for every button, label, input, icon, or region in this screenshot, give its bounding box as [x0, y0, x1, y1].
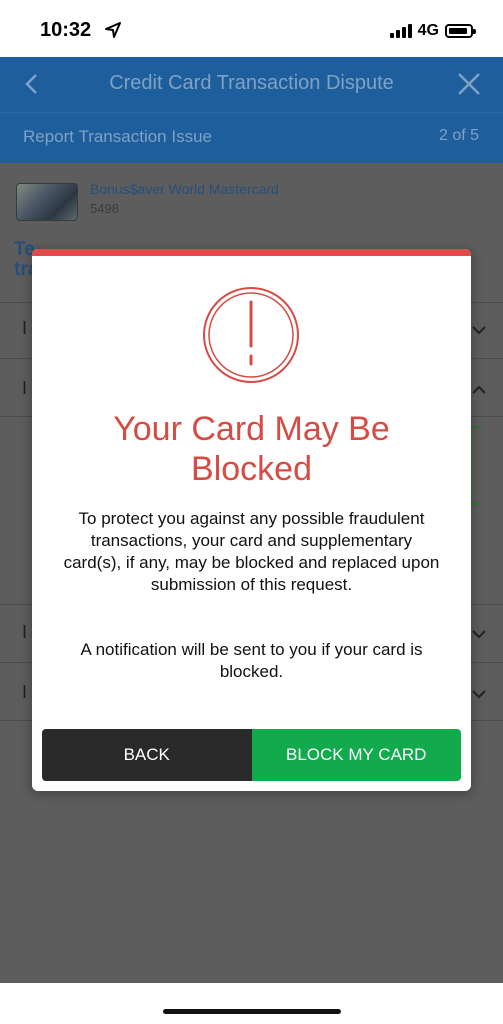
- list-item-mark: I: [22, 682, 28, 702]
- block-card-dialog: Your Card May Be Blocked To protect you …: [32, 249, 471, 791]
- dialog-title: Your Card May Be Blocked: [113, 410, 390, 488]
- dialog-accent-bar: [32, 249, 471, 256]
- chevron-down-icon[interactable]: [471, 686, 487, 702]
- dialog-note: A notification will be sent to you if yo…: [80, 640, 423, 681]
- alert-exclamation-icon: [203, 287, 299, 383]
- card-image: [16, 183, 78, 221]
- battery-icon: [445, 24, 476, 38]
- home-area: [0, 983, 503, 1024]
- dialog-message: To protect you against any possible frau…: [63, 509, 440, 594]
- network-type: 4G: [417, 22, 439, 39]
- chevron-up-icon[interactable]: [471, 382, 487, 398]
- location-arrow-icon: [105, 22, 121, 38]
- home-indicator[interactable]: [163, 1009, 341, 1014]
- card-number: 5498: [90, 201, 119, 216]
- list-item-mark: I: [22, 378, 28, 398]
- list-item-mark: I: [22, 622, 28, 642]
- back-button[interactable]: BACK: [42, 729, 252, 781]
- signal-bars-icon: [389, 24, 412, 38]
- close-icon[interactable]: [457, 72, 481, 96]
- step-indicator: 2 of 5: [438, 127, 479, 144]
- block-card-button[interactable]: BLOCK MY CARD: [251, 729, 461, 781]
- status-time: 10:32: [40, 19, 92, 41]
- dialog-actions: BACK BLOCK MY CARD: [42, 729, 461, 781]
- card-name: Bonus$aver World Mastercard: [90, 181, 279, 197]
- status-indicators: 4G: [389, 22, 476, 40]
- status-bar: 10:32 4G: [0, 0, 503, 57]
- chevron-down-icon[interactable]: [471, 322, 487, 338]
- sub-header-title: Report Transaction Issue: [23, 127, 212, 146]
- list-item-mark: I: [22, 318, 28, 338]
- chevron-down-icon[interactable]: [471, 626, 487, 642]
- page-title: Credit Card Transaction Dispute: [109, 72, 394, 94]
- input-box-edge: [470, 426, 482, 505]
